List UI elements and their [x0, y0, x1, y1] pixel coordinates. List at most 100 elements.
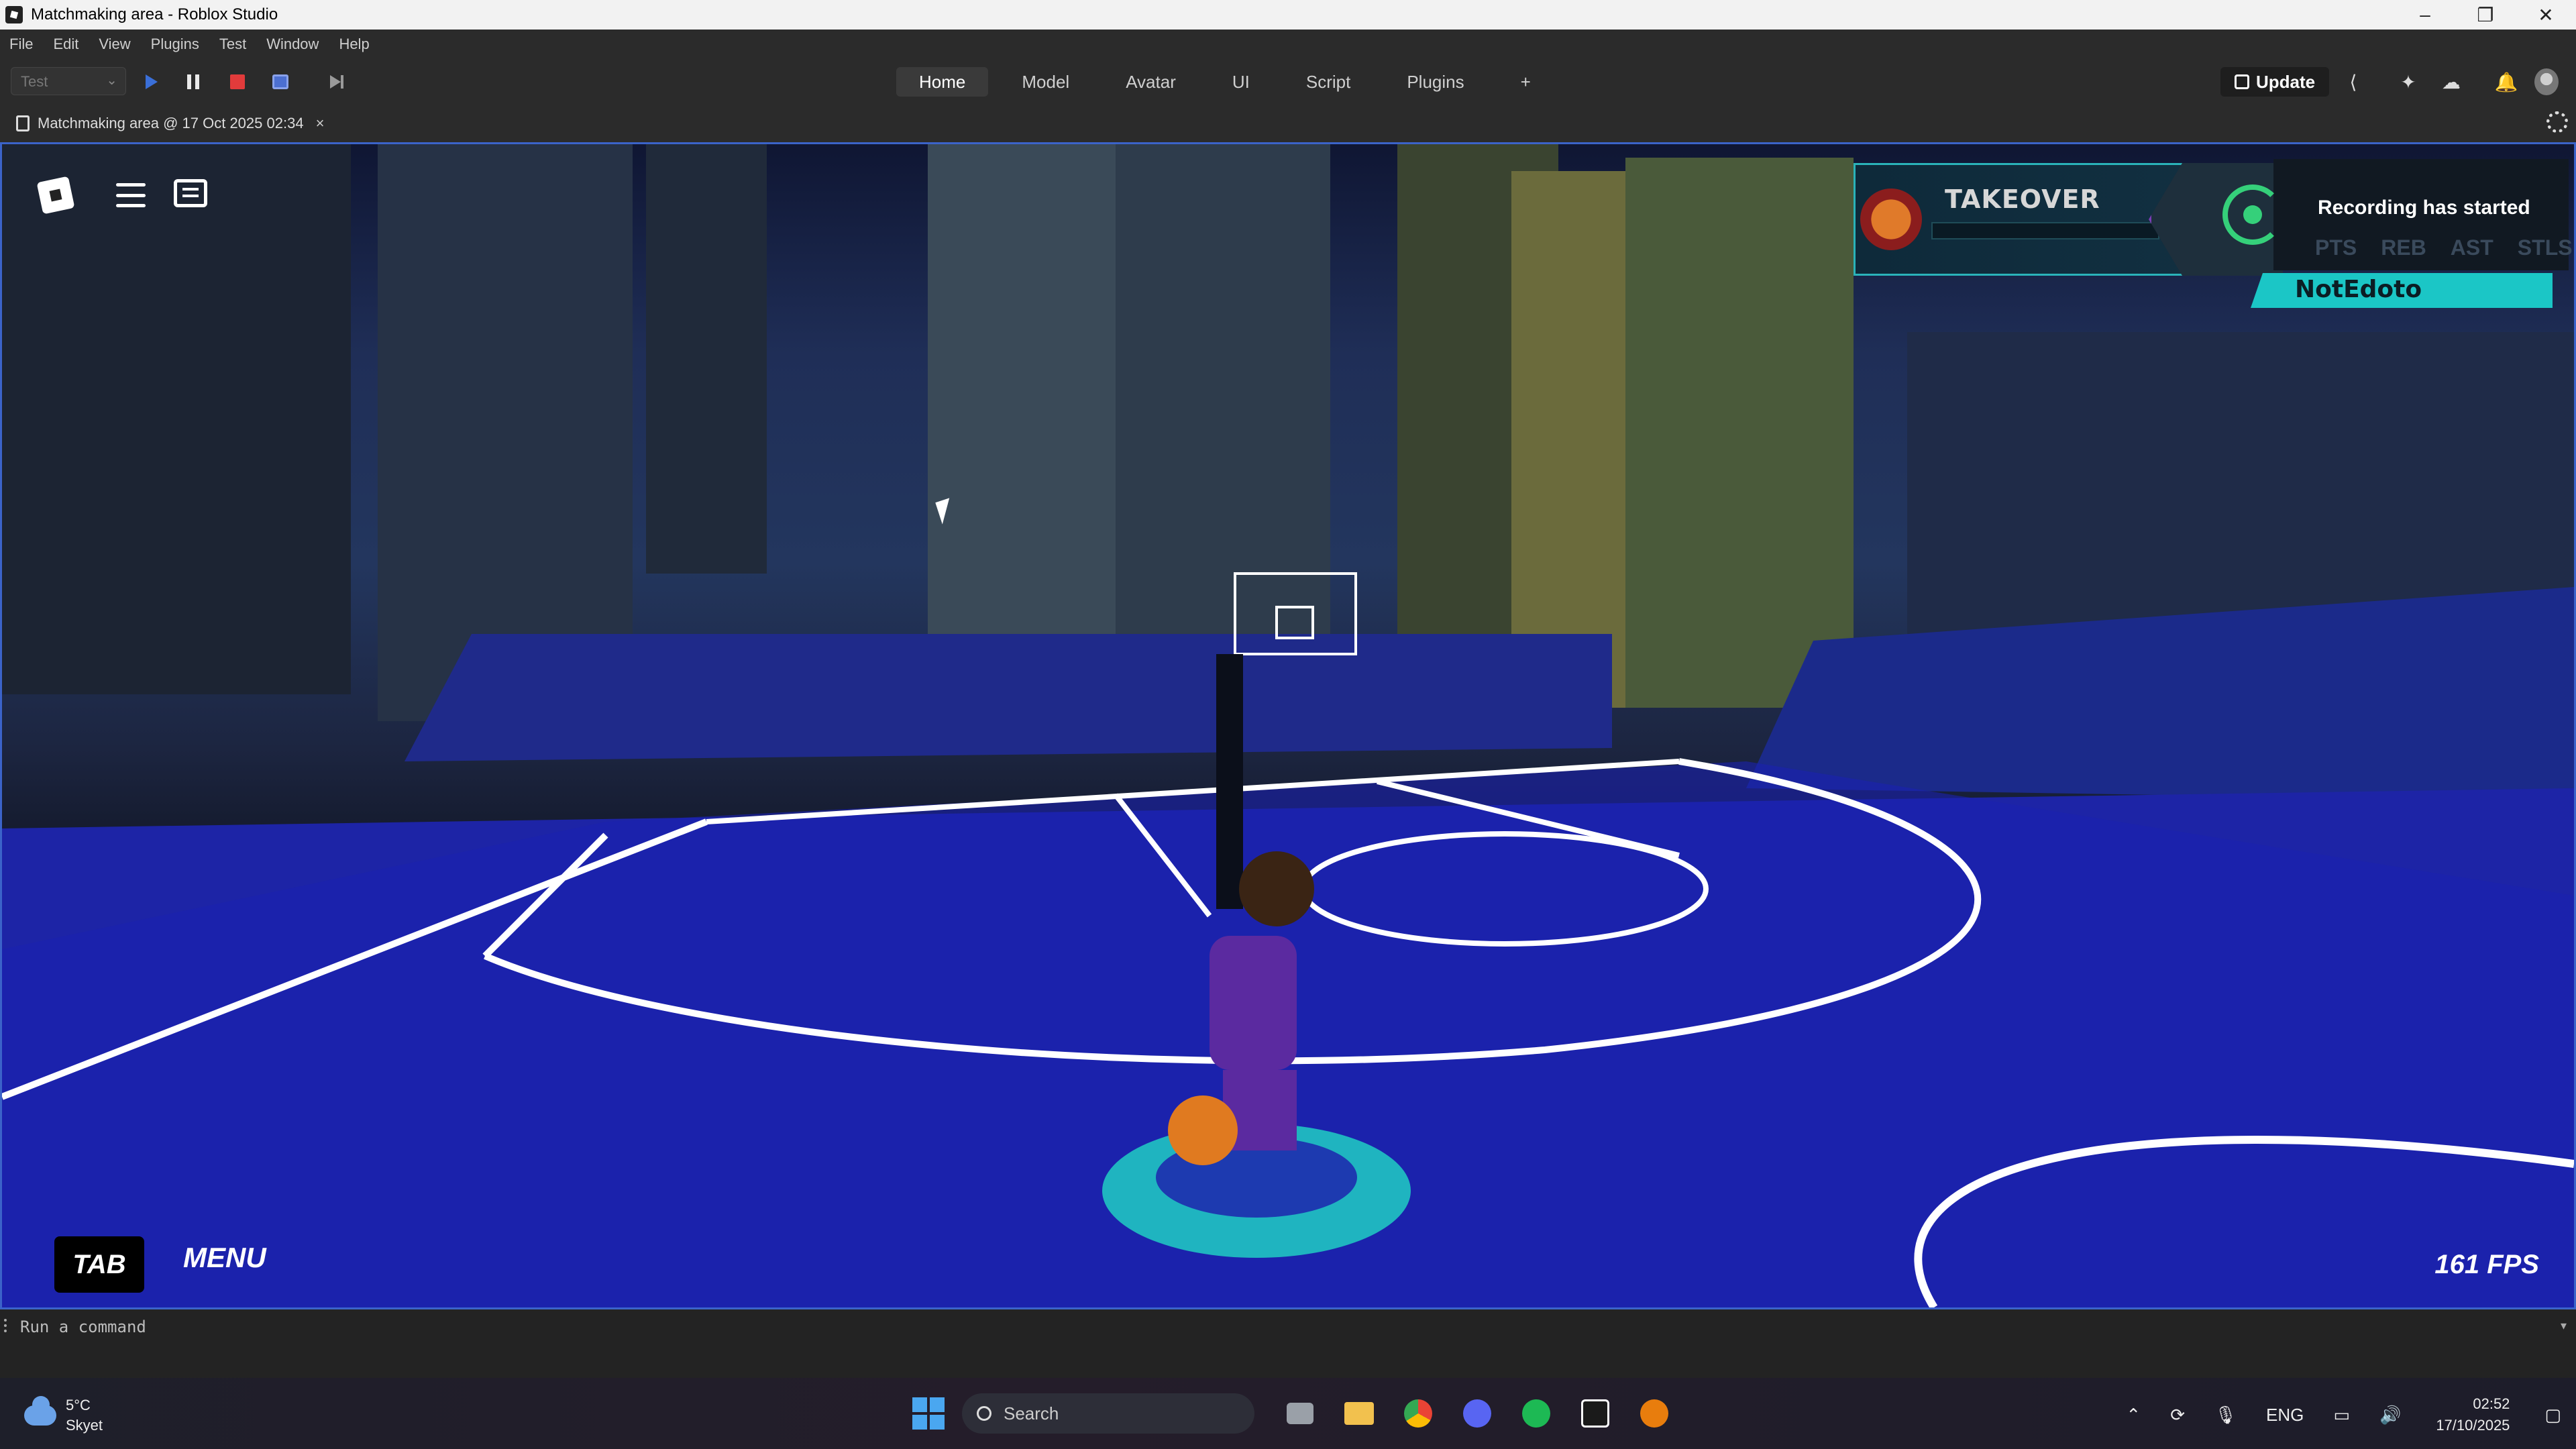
stop-button[interactable] — [224, 68, 251, 95]
place-file-icon — [16, 115, 30, 131]
stat-pts: PTS — [2315, 235, 2357, 260]
tab-add[interactable]: + — [1498, 67, 1554, 97]
user-avatar-icon — [2534, 68, 2559, 95]
weather-desc: Skyet — [66, 1417, 103, 1434]
minimize-button[interactable]: – — [2395, 0, 2455, 30]
settings-gear-icon[interactable] — [2546, 111, 2568, 133]
tab-plugins[interactable]: Plugins — [1384, 67, 1487, 97]
menu-bar: File Edit View Plugins Test Window Help — [0, 30, 2576, 59]
menu-plugins[interactable]: Plugins — [151, 36, 199, 53]
clock-time: 02:52 — [2473, 1395, 2510, 1412]
system-tray: ⌃ ⟳ 🎙 ENG ▭ 🔊 02:52 17/10/2025 ▢ — [2111, 1390, 2576, 1440]
menu-file[interactable]: File — [9, 36, 33, 53]
weather-temp: 5°C — [66, 1397, 91, 1413]
stat-reb: REB — [2381, 235, 2426, 260]
microphone-icon[interactable]: 🎙 — [2214, 1405, 2237, 1426]
tab-button[interactable]: TAB — [54, 1236, 144, 1293]
title-bar: Matchmaking area - Roblox Studio – ❐ ✕ — [0, 0, 2576, 30]
discord-icon[interactable] — [1457, 1393, 1497, 1434]
search-icon — [977, 1406, 991, 1421]
game-viewport[interactable]: TAKEOVER Recording has started PTS REB A… — [0, 142, 2576, 1309]
tab-ui[interactable]: UI — [1210, 67, 1273, 97]
pause-button[interactable] — [180, 68, 207, 95]
volume-icon[interactable]: 🔊 — [2379, 1405, 2401, 1426]
share-icon[interactable]: ⟨ — [2341, 70, 2365, 94]
hamburger-menu-icon[interactable] — [116, 183, 146, 207]
step-button[interactable] — [322, 68, 349, 95]
drag-handle-icon[interactable] — [4, 1319, 7, 1332]
network-icon[interactable]: ▭ — [2333, 1405, 2350, 1426]
mode-dropdown[interactable]: Test ⌄ — [11, 67, 126, 95]
tab-home[interactable]: Home — [896, 67, 989, 97]
windows-start-icon[interactable] — [912, 1397, 945, 1430]
close-tab-icon[interactable]: × — [316, 115, 325, 132]
stop-icon — [230, 74, 245, 89]
spotify-icon[interactable] — [1516, 1393, 1556, 1434]
takeover-title: TAKEOVER — [1945, 184, 2100, 214]
file-explorer-icon[interactable] — [1339, 1393, 1379, 1434]
document-tabs: Matchmaking area @ 17 Oct 2025 02:34 × — [0, 103, 2576, 142]
sync-icon[interactable]: ⟳ — [2170, 1405, 2185, 1426]
stat-ast: AST — [2450, 235, 2493, 260]
client-server-icon — [272, 74, 288, 89]
step-icon — [330, 75, 343, 89]
document-tab[interactable]: Matchmaking area @ 17 Oct 2025 02:34 × — [16, 109, 324, 138]
close-button[interactable]: ✕ — [2516, 0, 2576, 30]
cloud-icon[interactable]: ☁ — [2439, 70, 2463, 94]
notification-bell-icon[interactable]: 🔔 — [2494, 70, 2518, 94]
clock[interactable]: 02:52 17/10/2025 — [2436, 1393, 2510, 1436]
tab-avatar[interactable]: Avatar — [1103, 67, 1199, 97]
play-button[interactable] — [138, 68, 165, 95]
menu-button[interactable]: MENU — [183, 1242, 266, 1274]
taskbar-search[interactable]: Search — [962, 1393, 1254, 1434]
blender-icon[interactable] — [1634, 1393, 1674, 1434]
stat-stls: STLS — [2517, 235, 2573, 260]
menu-test[interactable]: Test — [219, 36, 246, 53]
task-view-icon[interactable] — [1280, 1393, 1320, 1434]
command-input[interactable] — [9, 1315, 2565, 1339]
recording-status: Recording has started — [2318, 197, 2530, 219]
tab-script[interactable]: Script — [1283, 67, 1373, 97]
tab-model[interactable]: Model — [999, 67, 1092, 97]
menu-help[interactable]: Help — [339, 36, 369, 53]
language-indicator[interactable]: ENG — [2266, 1405, 2304, 1426]
assistant-icon[interactable]: ✦ — [2396, 70, 2420, 94]
chevron-down-icon: ⌄ — [106, 73, 117, 88]
chat-icon[interactable] — [174, 179, 207, 207]
update-icon — [2234, 74, 2249, 89]
window-title: Matchmaking area - Roblox Studio — [31, 5, 278, 23]
fps-counter: 161 FPS — [2434, 1250, 2539, 1279]
weather-widget[interactable]: 5°C Skyet — [24, 1395, 103, 1436]
recording-dot-icon — [2243, 205, 2262, 224]
play-icon — [146, 74, 158, 89]
command-bar: ▾ — [0, 1309, 2576, 1378]
document-tab-label: Matchmaking area @ 17 Oct 2025 02:34 — [38, 115, 304, 131]
search-label: Search — [1004, 1403, 1059, 1424]
ribbon-tabs: Home Model Avatar UI Script Plugins + — [896, 67, 1564, 97]
menu-view[interactable]: View — [99, 36, 130, 53]
clock-date: 17/10/2025 — [2436, 1417, 2510, 1434]
takeover-progress-bar — [1931, 222, 2159, 239]
toolbar: Test ⌄ Home Model Avatar UI Script Plugi… — [0, 59, 2576, 103]
roblox-studio-taskbar-icon[interactable] — [1575, 1393, 1615, 1434]
mode-dropdown-value: Test — [21, 73, 48, 90]
cloud-icon — [24, 1396, 56, 1426]
maximize-button[interactable]: ❐ — [2455, 0, 2516, 30]
avatar[interactable] — [2534, 68, 2559, 95]
menu-edit[interactable]: Edit — [53, 36, 78, 53]
client-server-button[interactable] — [267, 68, 294, 95]
roblox-logo-icon[interactable] — [36, 176, 75, 215]
chrome-icon[interactable] — [1398, 1393, 1438, 1434]
basketball-court-scene — [2, 144, 2574, 1307]
update-button[interactable]: Update — [2220, 67, 2329, 97]
chevron-down-icon[interactable]: ▾ — [2561, 1319, 2567, 1333]
player-name: NotEdoto — [2295, 276, 2422, 303]
notification-center-icon[interactable]: ▢ — [2544, 1405, 2561, 1426]
takeover-logo-icon — [1860, 189, 1922, 250]
taskbar-apps: Search — [912, 1389, 1684, 1438]
taskbar: 5°C Skyet Search ⌃ ⟳ 🎙 ENG ▭ 🔊 02:52 17/… — [0, 1378, 2576, 1449]
chevron-up-icon[interactable]: ⌃ — [2126, 1405, 2141, 1426]
update-label: Update — [2255, 71, 2316, 92]
roblox-studio-icon — [5, 6, 23, 23]
menu-window[interactable]: Window — [266, 36, 319, 53]
